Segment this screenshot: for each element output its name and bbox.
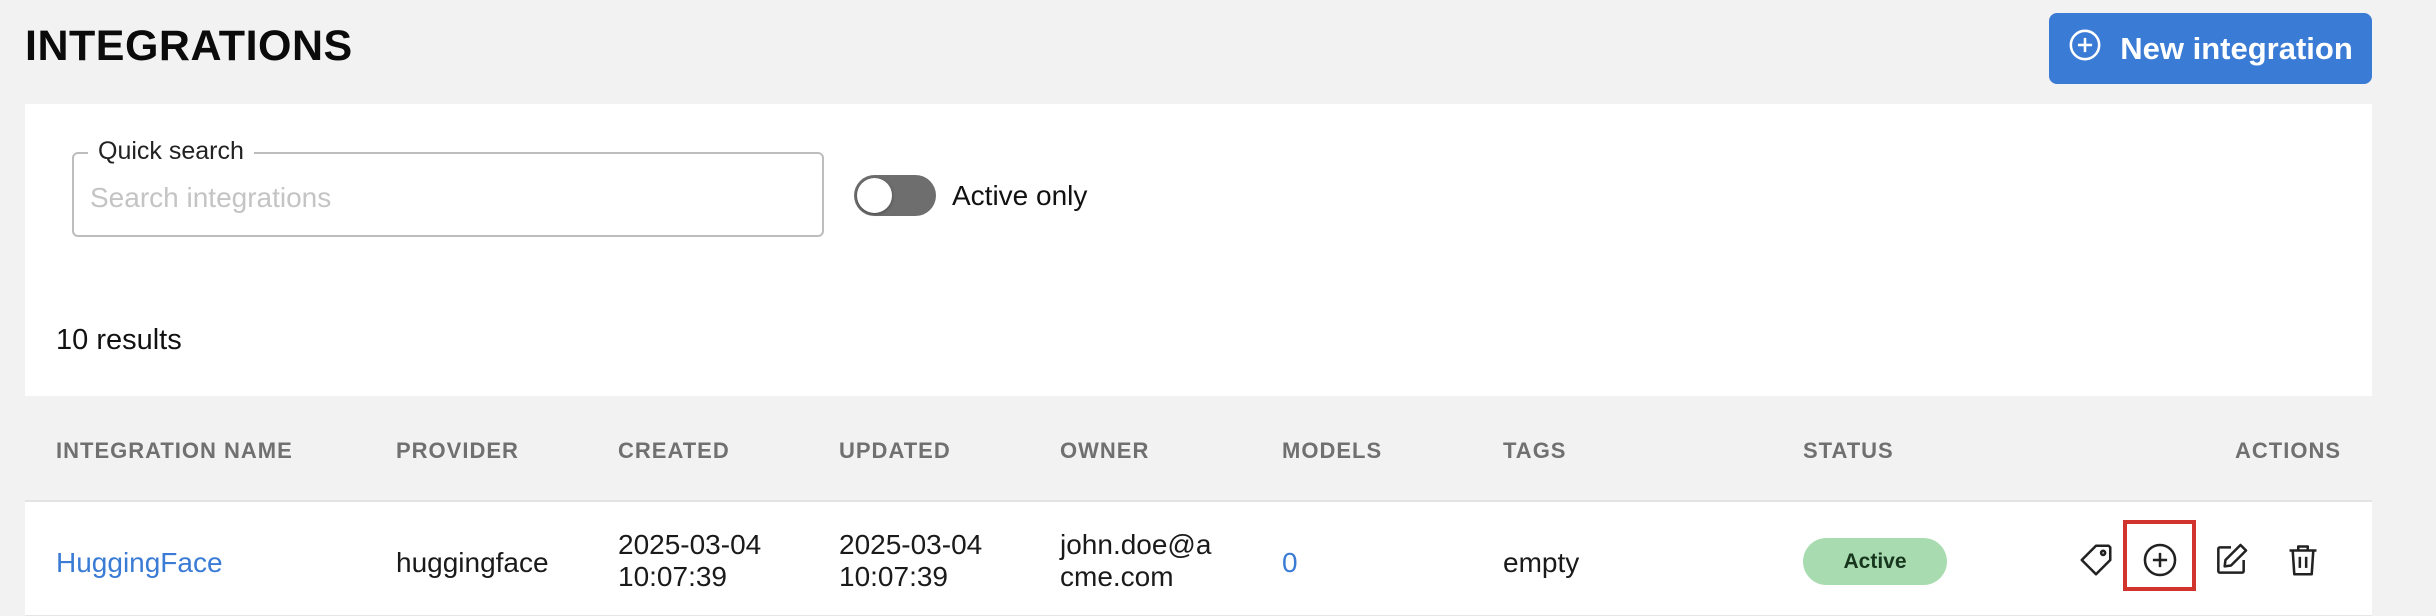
provider-cell: huggingface bbox=[396, 547, 549, 578]
edit-icon bbox=[2217, 543, 2248, 574]
owner-line-1: john.doe@a bbox=[1060, 529, 1212, 560]
results-count: 10 results bbox=[56, 324, 182, 356]
updated-date: 2025-03-04 bbox=[839, 529, 983, 560]
created-cell: 2025-03-04 10:07:39 bbox=[618, 529, 761, 593]
created-date: 2025-03-04 bbox=[618, 529, 762, 560]
column-provider[interactable]: PROVIDER bbox=[396, 438, 519, 464]
plus-circle-icon bbox=[2068, 28, 2102, 70]
column-actions: ACTIONS bbox=[2235, 438, 2341, 463]
models-count-link[interactable]: 0 bbox=[1282, 547, 1298, 579]
column-integration-name[interactable]: INTEGRATION NAME bbox=[56, 438, 293, 464]
new-integration-button[interactable]: New integration bbox=[2049, 13, 2372, 84]
table-header: INTEGRATION NAME PROVIDER CREATED UPDATE… bbox=[25, 396, 2372, 502]
column-created[interactable]: CREATED bbox=[618, 438, 730, 464]
owner-line-2: cme.com bbox=[1060, 561, 1174, 592]
quick-search-label: Quick search bbox=[88, 137, 254, 166]
search-input[interactable] bbox=[90, 178, 790, 218]
active-only-label: Active only bbox=[952, 180, 1088, 211]
column-tags[interactable]: TAGS bbox=[1503, 438, 1566, 464]
integration-name-link[interactable]: HuggingFace bbox=[56, 547, 223, 579]
quick-search-field[interactable]: Quick search bbox=[72, 137, 824, 237]
created-time: 10:07:39 bbox=[618, 561, 727, 592]
column-models[interactable]: MODELS bbox=[1282, 438, 1382, 464]
page-header: INTEGRATIONS New integration bbox=[0, 0, 2436, 104]
tag-button[interactable] bbox=[2076, 540, 2116, 580]
active-only-toggle[interactable] bbox=[854, 175, 936, 216]
table-row: HuggingFace huggingface 2025-03-04 10:07… bbox=[25, 502, 2372, 616]
updated-cell: 2025-03-04 10:07:39 bbox=[839, 529, 982, 593]
column-updated[interactable]: UPDATED bbox=[839, 438, 951, 464]
integrations-panel: Quick search Active only 10 results INTE… bbox=[25, 104, 2372, 616]
add-model-button[interactable] bbox=[2140, 540, 2180, 580]
column-status[interactable]: STATUS bbox=[1803, 438, 1894, 464]
page-title: INTEGRATIONS bbox=[25, 22, 353, 70]
delete-button[interactable] bbox=[2283, 540, 2323, 580]
new-integration-label: New integration bbox=[2120, 30, 2353, 66]
column-owner[interactable]: OWNER bbox=[1060, 438, 1149, 464]
trash-icon bbox=[2289, 545, 2317, 576]
updated-time: 10:07:39 bbox=[839, 561, 948, 592]
edit-button[interactable] bbox=[2211, 540, 2251, 580]
tags-cell: empty bbox=[1503, 547, 1580, 578]
plus-circle-icon bbox=[2143, 543, 2177, 577]
toggle-knob bbox=[857, 178, 892, 213]
tag-icon bbox=[2080, 544, 2112, 576]
status-badge: Active bbox=[1803, 538, 1947, 585]
owner-cell: john.doe@a cme.com bbox=[1060, 529, 1211, 593]
